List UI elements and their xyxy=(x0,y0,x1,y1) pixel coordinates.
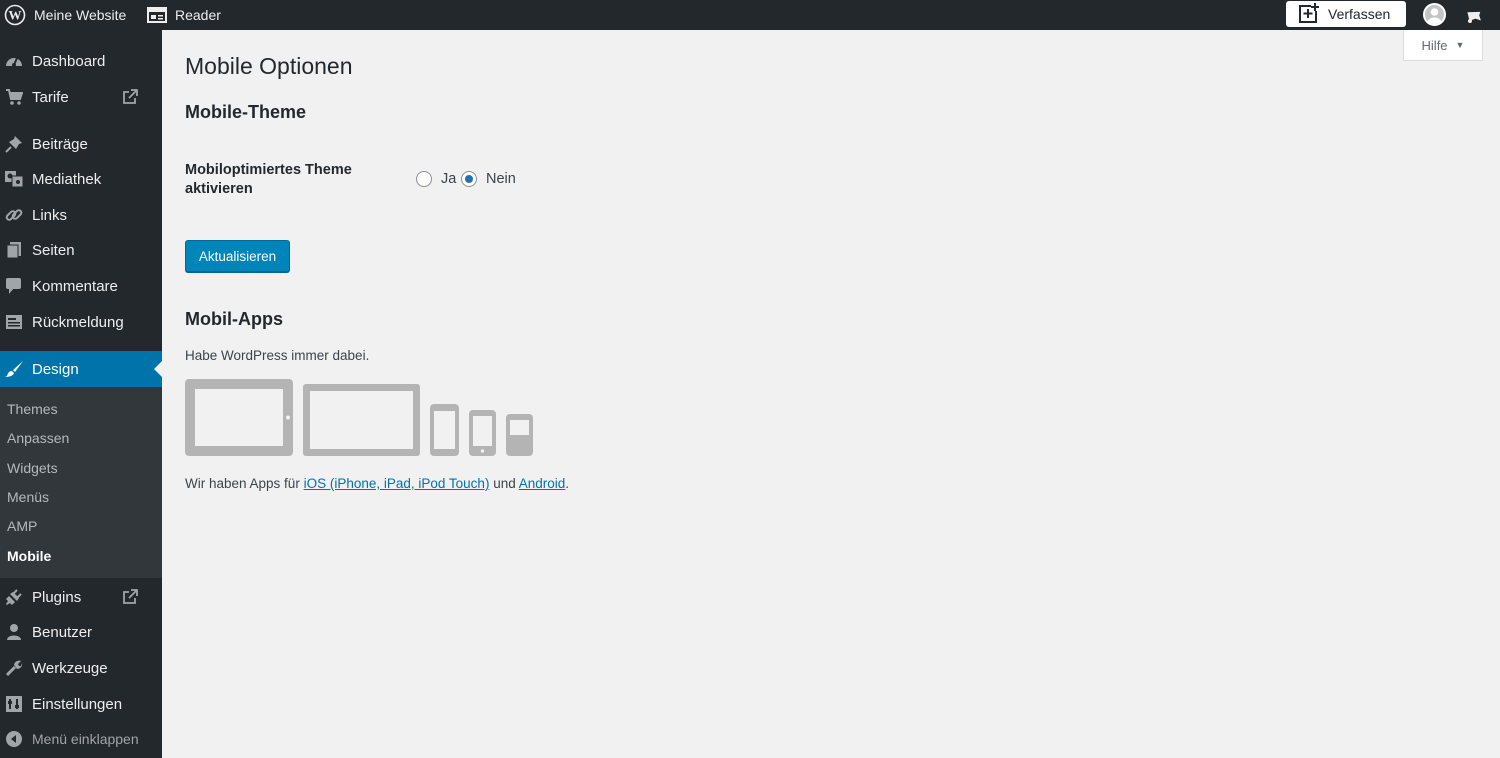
wordpress-logo-icon[interactable]: W xyxy=(4,0,26,30)
sidebar-item-label: Plugins xyxy=(32,588,82,606)
sidebar-item-rueckmeldung[interactable]: Rückmeldung xyxy=(0,304,162,340)
external-link-icon xyxy=(122,589,138,609)
plugin-icon xyxy=(3,587,25,607)
compose-button[interactable]: Verfassen xyxy=(1286,1,1406,27)
brush-icon xyxy=(3,359,25,379)
wrench-icon xyxy=(3,658,25,678)
sidebar-item-label: Mediathek xyxy=(32,170,102,188)
sidebar-item-label: Einstellungen xyxy=(32,695,123,713)
radio-nein-label[interactable]: Nein xyxy=(486,171,516,187)
sidebar-item-label: Benutzer xyxy=(32,623,93,641)
compose-label: Verfassen xyxy=(1328,6,1391,22)
reader-icon[interactable] xyxy=(147,0,167,30)
media-icon xyxy=(3,169,25,189)
android-link[interactable]: Android xyxy=(519,476,566,491)
sidebar-item-label: Tarife xyxy=(32,88,69,106)
mobile-theme-heading: Mobile-Theme xyxy=(185,102,307,122)
feedback-icon xyxy=(3,312,25,332)
admin-bar: W Meine Website Reader Verfassen xyxy=(0,0,1500,30)
mobile-devices-illustration xyxy=(185,378,545,465)
sidebar-item-label: Design xyxy=(32,360,79,378)
dashboard-icon xyxy=(3,51,25,71)
radio-option-ja[interactable]: Ja xyxy=(416,171,456,187)
reader-link[interactable]: Reader xyxy=(175,0,221,30)
sidebar-item-werkzeuge[interactable]: Werkzeuge xyxy=(0,650,162,686)
sidebar-item-plugins[interactable]: Plugins xyxy=(0,579,162,615)
submenu-item-themes[interactable]: Themes xyxy=(7,401,58,417)
mobile-theme-setting-label: Mobiloptimiertes Theme aktivieren xyxy=(185,162,352,197)
sidebar-item-label: Links xyxy=(32,206,68,224)
comment-icon xyxy=(3,276,25,296)
sidebar-item-benutzer[interactable]: Benutzer xyxy=(0,614,162,650)
collapse-arrow-icon xyxy=(3,729,25,749)
sidebar-item-dashboard[interactable]: Dashboard xyxy=(0,43,162,79)
collapse-menu-label: Menü einklappen xyxy=(32,731,139,747)
cart-icon xyxy=(3,87,25,107)
ios-link[interactable]: iOS (iPhone, iPad, iPod Touch) xyxy=(304,476,490,491)
mobile-apps-heading: Mobil-Apps xyxy=(185,309,283,329)
settings-icon xyxy=(3,694,25,714)
admin-sidebar: Dashboard Tarife Beiträge Mediathek Link… xyxy=(0,30,162,758)
apps-links-text: Wir haben Apps für iOS (iPhone, iPad, iP… xyxy=(185,476,570,491)
radio-ja-label[interactable]: Ja xyxy=(441,171,456,187)
avatar[interactable] xyxy=(1423,3,1446,26)
compose-icon xyxy=(1299,2,1320,26)
sidebar-item-beitraege[interactable]: Beiträge xyxy=(0,126,162,162)
submenu-item-menues[interactable]: Menüs xyxy=(7,489,49,505)
submenu-item-mobile[interactable]: Mobile xyxy=(7,548,51,564)
sidebar-item-label: Seiten xyxy=(32,241,75,259)
sidebar-item-label: Dashboard xyxy=(32,52,106,70)
sidebar-item-mediathek[interactable]: Mediathek xyxy=(0,161,162,197)
sidebar-item-kommentare[interactable]: Kommentare xyxy=(0,268,162,304)
sidebar-item-label: Kommentare xyxy=(32,277,118,295)
sidebar-item-design[interactable]: Design xyxy=(0,351,162,387)
link-icon xyxy=(3,205,25,225)
radio-option-nein[interactable]: Nein xyxy=(461,171,516,187)
pin-icon xyxy=(3,134,25,154)
submenu-item-amp[interactable]: AMP xyxy=(7,518,37,534)
radio-nein[interactable] xyxy=(461,171,477,187)
sidebar-item-links[interactable]: Links xyxy=(0,197,162,233)
help-label: Hilfe xyxy=(1421,37,1448,53)
sidebar-item-label: Werkzeuge xyxy=(32,659,108,677)
radio-ja[interactable] xyxy=(416,171,432,187)
notifications-bell-icon[interactable] xyxy=(1465,0,1485,30)
svg-text:W: W xyxy=(9,8,22,23)
update-button[interactable]: Aktualisieren xyxy=(185,240,290,272)
current-menu-arrow xyxy=(154,361,162,377)
caret-down-icon: ▼ xyxy=(1455,40,1465,50)
submenu-item-anpassen[interactable]: Anpassen xyxy=(7,430,69,446)
external-link-icon xyxy=(122,89,138,109)
page-title: Mobile Optionen xyxy=(185,53,353,79)
submenu-item-widgets[interactable]: Widgets xyxy=(7,460,58,476)
collapse-menu-button[interactable]: Menü einklappen xyxy=(0,721,162,757)
sidebar-item-label: Beiträge xyxy=(32,135,88,153)
sidebar-item-label: Rückmeldung xyxy=(32,313,124,331)
apps-description: Habe WordPress immer dabei. xyxy=(185,348,370,363)
pages-icon xyxy=(3,240,25,260)
sidebar-item-tarife[interactable]: Tarife xyxy=(0,79,162,115)
help-tab[interactable]: Hilfe ▼ xyxy=(1403,30,1483,61)
design-submenu: Themes Anpassen Widgets Menüs AMP Mobile xyxy=(0,387,162,578)
sidebar-item-einstellungen[interactable]: Einstellungen xyxy=(0,686,162,722)
user-icon xyxy=(3,622,25,642)
site-name-link[interactable]: Meine Website xyxy=(34,0,126,30)
sidebar-item-seiten[interactable]: Seiten xyxy=(0,232,162,268)
